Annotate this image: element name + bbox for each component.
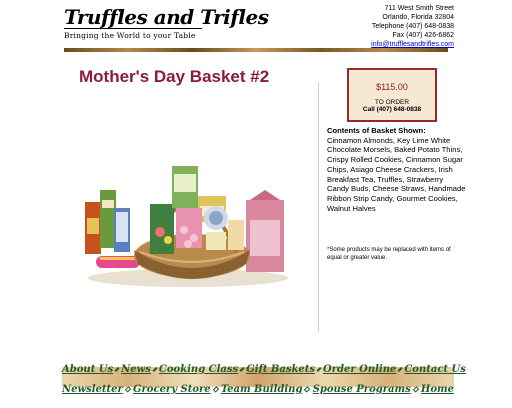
nav-separator: [152, 367, 158, 372]
contact-block: 711 West Smith Street Orlando, Florida 3…: [371, 4, 454, 49]
contact-telephone: Telephone (407) 648-0838: [371, 23, 454, 30]
nav-separator: [397, 367, 403, 372]
nav-separator: [304, 386, 311, 393]
price: $115.00: [376, 82, 408, 92]
nav-cooking-class[interactable]: Cooking Class: [159, 364, 238, 375]
logo-tagline: Bringing the World to your Table: [64, 31, 196, 40]
contact-city: Orlando, Florida 32804: [382, 14, 454, 21]
call-number: Call (407) 648-0838: [362, 106, 422, 113]
contents-heading: Contents of Basket Shown:: [327, 126, 426, 135]
logo-rule: [64, 28, 202, 29]
nav-gift-baskets[interactable]: Gift Baskets: [246, 364, 315, 375]
nav-about-us[interactable]: About Us: [62, 364, 113, 375]
nav-separator: [239, 367, 245, 372]
header-divider: [64, 48, 448, 52]
nav-order-online[interactable]: Order Online: [323, 364, 396, 375]
nav-row-1: About Us News Cooking Class Gift Baskets…: [62, 364, 466, 375]
contact-fax: Fax (407) 426-6862: [392, 32, 454, 39]
nav-separator: [412, 386, 420, 393]
nav-separator: [212, 386, 220, 393]
nav-contact-us[interactable]: Contact Us: [404, 364, 466, 375]
site-header: Truffles and Trifles Bringing the World …: [0, 0, 512, 50]
replacement-note: *Some products may be replaced with item…: [327, 247, 451, 261]
nav-grocery-store[interactable]: Grocery Store: [133, 384, 211, 395]
nav-separator: [114, 367, 120, 372]
contact-street: 711 West Smith Street: [384, 5, 454, 12]
nav-separator: [316, 367, 322, 372]
basket-image: [85, 166, 288, 287]
nav-newsletter[interactable]: Newsletter: [62, 384, 123, 395]
price-box: $115.00 TO ORDER Call (407) 648-0838: [347, 68, 437, 122]
nav-home[interactable]: Home: [421, 384, 454, 395]
to-order-label: TO ORDER: [374, 99, 410, 106]
nav-news[interactable]: News: [121, 364, 151, 375]
nav-spouse-programs[interactable]: Spouse Programs: [313, 384, 411, 395]
logo-wordmark[interactable]: Truffles and Trifles: [64, 5, 269, 29]
contents-text: Cinnamon Almonds, Key Lime White Chocola…: [327, 135, 466, 213]
nav-team-building[interactable]: Team Building: [221, 384, 303, 395]
nav-row-2: Newsletter Grocery Store Team Building S…: [62, 384, 454, 395]
page-title: Mother's Day Basket #2: [79, 67, 270, 86]
footer-navigation: About Us News Cooking Class Gift Baskets…: [62, 358, 466, 404]
basket-contents: Contents of Basket Shown: Cinnamon Almon…: [327, 126, 467, 213]
nav-separator: [124, 386, 132, 393]
column-divider: [318, 82, 319, 332]
